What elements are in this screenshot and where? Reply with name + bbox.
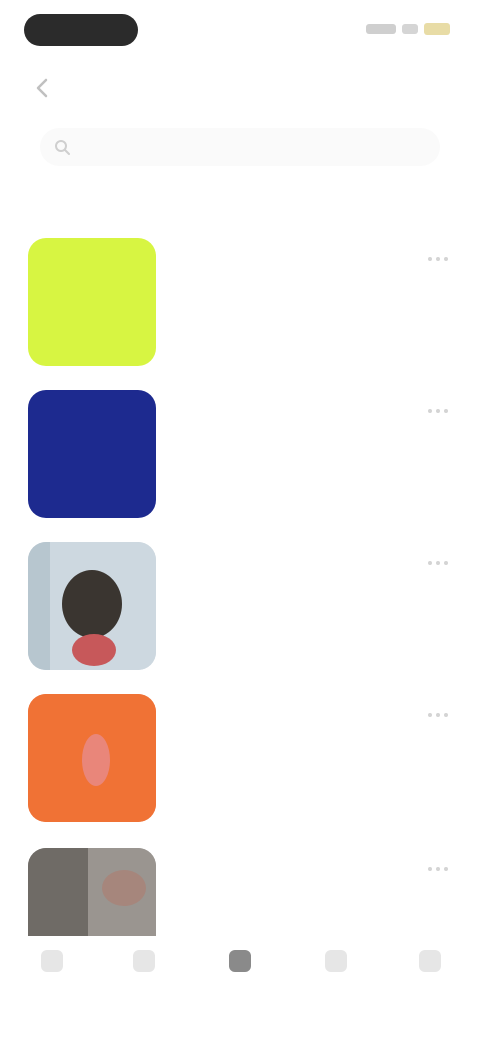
list-item[interactable] [0,536,480,676]
time-pill [24,14,138,46]
item-thumbnail [28,390,156,518]
library-icon [229,950,251,972]
list-item[interactable] [0,384,480,524]
item-thumbnail [28,694,156,822]
status-bar [0,0,480,60]
more-icon[interactable] [420,402,456,420]
tab-profile[interactable] [400,950,460,1000]
cover-image [28,694,156,822]
more-icon[interactable] [420,250,456,268]
portrait-image [28,542,156,670]
more-icon[interactable] [420,860,456,878]
search-icon [133,950,155,972]
home-icon [41,950,63,972]
list-item[interactable] [0,232,480,372]
chevron-left-icon [36,78,48,98]
tab-notifications[interactable] [306,950,366,1000]
tab-search[interactable] [114,950,174,1000]
signal-icon [366,24,396,34]
item-thumbnail [28,238,156,366]
nav-header [0,60,480,116]
profile-icon [419,950,441,972]
bell-icon [325,950,347,972]
tab-library[interactable] [210,950,270,1000]
more-icon[interactable] [420,554,456,572]
wifi-icon [402,24,418,34]
status-icons [358,22,450,36]
back-button[interactable] [28,74,56,102]
more-icon[interactable] [420,706,456,724]
tab-bar [0,936,480,1040]
search-icon [55,140,70,155]
list-item[interactable] [0,688,480,828]
battery-icon [424,23,450,35]
item-thumbnail [28,542,156,670]
search-input[interactable] [40,128,440,166]
tab-home[interactable] [22,950,82,1000]
